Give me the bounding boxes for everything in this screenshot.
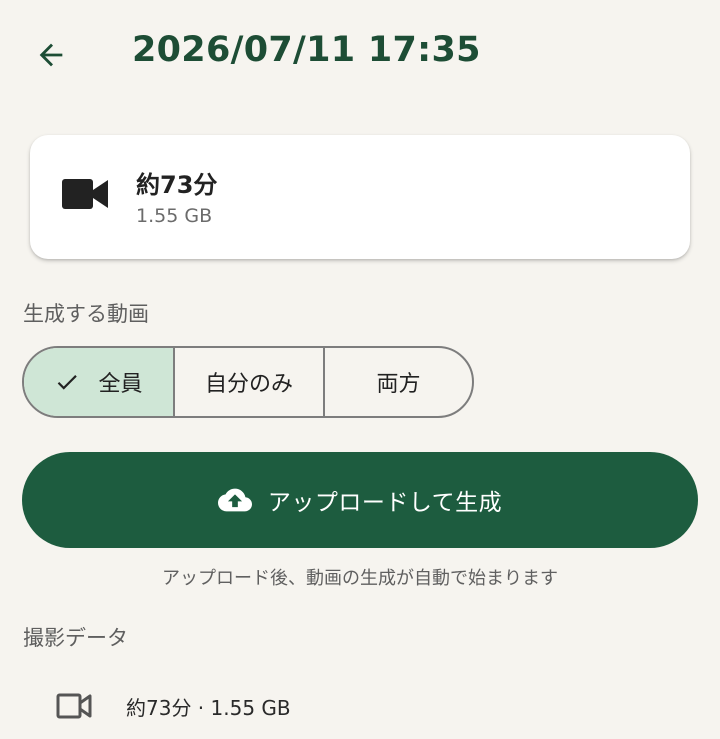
cloud-upload-icon bbox=[217, 488, 252, 512]
segment-everyone[interactable]: 全員 bbox=[24, 348, 173, 416]
back-button[interactable] bbox=[22, 26, 80, 84]
upload-generate-label: アップロードして生成 bbox=[267, 490, 503, 516]
video-section-label: 生成する動画 bbox=[23, 302, 149, 326]
videocam-outline-icon bbox=[56, 693, 92, 719]
upload-hint: アップロード後、動画の生成が自動で始まります bbox=[162, 568, 558, 589]
screen: 2026/07/11 17:35 約73分 1.55 GB 生成する動画 全員 … bbox=[0, 0, 720, 739]
segment-both-label: 両方 bbox=[376, 372, 421, 397]
videocam-icon bbox=[62, 179, 108, 209]
arrow-left-icon bbox=[39, 43, 63, 67]
segment-self-only-label: 自分のみ bbox=[204, 372, 293, 397]
segment-everyone-label: 全員 bbox=[98, 372, 143, 397]
recording-card: 約73分 1.55 GB bbox=[30, 135, 690, 259]
capture-data-text: 約73分 · 1.55 GB bbox=[126, 695, 291, 720]
recording-size: 1.55 GB bbox=[136, 205, 213, 227]
segment-self-only[interactable]: 自分のみ bbox=[173, 348, 323, 416]
top-bar: 2026/07/11 17:35 bbox=[0, 0, 720, 110]
capture-data-label: 撮影データ bbox=[23, 626, 128, 650]
capture-data-row: 約73分 · 1.55 GB bbox=[56, 688, 291, 724]
video-type-selector: 全員 自分のみ 両方 bbox=[22, 346, 474, 418]
page-title: 2026/07/11 17:35 bbox=[132, 30, 481, 70]
upload-generate-button[interactable]: アップロードして生成 bbox=[22, 452, 698, 548]
recording-duration: 約73分 bbox=[136, 171, 218, 199]
segment-both[interactable]: 両方 bbox=[323, 348, 472, 416]
check-icon bbox=[58, 375, 78, 390]
